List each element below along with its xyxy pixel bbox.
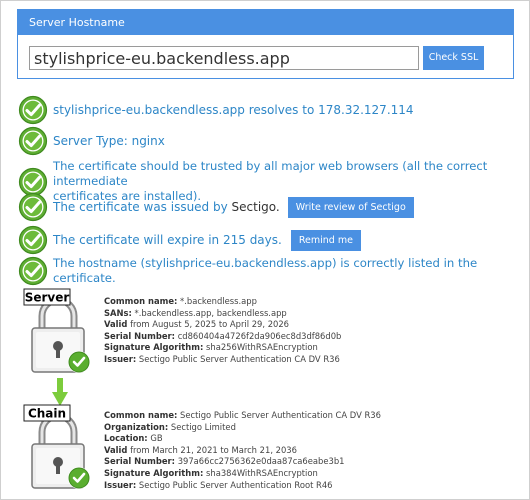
check-icon <box>18 225 48 255</box>
server-sig-row: Signature Algorithm: sha256WithRSAEncryp… <box>104 342 341 354</box>
label: Valid <box>104 319 128 330</box>
server-serial-row: Serial Number: cd860404a4726f2da906ec8d3… <box>104 331 341 343</box>
server-badge-label: Server <box>25 291 70 305</box>
chain-valid-row: Valid from March 21, 2021 to March 21, 2… <box>104 445 381 457</box>
panel-title: Server Hostname <box>18 10 513 35</box>
check-icon <box>18 95 48 125</box>
server-cert-details: Common name: *.backendless.app SANs: *.b… <box>104 296 341 366</box>
server-issuer-row: Issuer: Sectigo Public Server Authentica… <box>104 354 341 366</box>
chain-badge-label: Chain <box>28 407 66 421</box>
chain-common-name: Sectigo Public Server Authentication CA … <box>180 410 381 420</box>
label: Signature Algorithm: <box>104 467 204 478</box>
label: Location: <box>104 433 148 444</box>
label: SANs: <box>104 307 132 318</box>
check-icon <box>18 256 48 286</box>
chain-org-row: Organization: Sectigo Limited <box>104 422 381 434</box>
check-row-server-type: Server Type: nginx <box>18 126 165 156</box>
chain-issuer-row: Issuer: Sectigo Public Server Authentica… <box>104 480 381 492</box>
chain-org: Sectigo Limited <box>170 421 236 432</box>
chain-sig: sha384WithRSAEncryption <box>206 467 318 478</box>
write-review-button[interactable]: Write review of Sectigo <box>287 196 414 218</box>
expiry-message: The certificate will expire in 215 days. <box>53 232 282 247</box>
label: Common name: <box>104 410 178 420</box>
chain-common-name-row: Common name: Sectigo Public Server Authe… <box>104 410 381 422</box>
issued-by-message: The certificate was issued by Sectigo. <box>53 200 280 215</box>
issuer-name: Sectigo. <box>231 199 280 214</box>
chain-location-row: Location: GB <box>104 433 381 445</box>
remind-me-button[interactable]: Remind me <box>290 229 361 251</box>
label: Issuer: <box>104 353 137 364</box>
server-type-message: Server Type: nginx <box>53 133 165 148</box>
label: Serial Number: <box>104 456 176 467</box>
check-row-issuer: The certificate was issued by Sectigo. W… <box>18 192 414 222</box>
chain-valid: from March 21, 2021 to March 21, 2036 <box>130 444 297 455</box>
hostname-input[interactable] <box>29 46 419 70</box>
hostname-panel: Server Hostname Check SSL <box>17 9 514 79</box>
check-row-expiry: The certificate will expire in 215 days.… <box>18 225 361 255</box>
label: Issuer: <box>104 479 137 490</box>
check-icon <box>18 192 48 222</box>
server-issuer: Sectigo Public Server Authentication CA … <box>138 353 340 364</box>
chain-issuer: Sectigo Public Server Authentication Roo… <box>138 479 333 490</box>
server-valid-row: Valid from August 5, 2025 to April 29, 2… <box>104 319 341 331</box>
chain-cert-details: Common name: Sectigo Public Server Authe… <box>104 410 381 491</box>
chain-serial-row: Serial Number: 397a66cc2756362e0daa87ca6… <box>104 456 381 468</box>
label: Serial Number: <box>104 330 176 341</box>
server-sig: sha256WithRSAEncryption <box>206 342 318 353</box>
resolve-message: stylishprice-eu.backendless.app resolves… <box>53 102 414 117</box>
label: Signature Algorithm: <box>104 342 204 353</box>
server-common-name-row: Common name: *.backendless.app <box>104 296 341 308</box>
chain-sig-row: Signature Algorithm: sha384WithRSAEncryp… <box>104 468 381 480</box>
chain-padlock-icon: Chain <box>23 404 90 489</box>
check-row-resolve: stylishprice-eu.backendless.app resolves… <box>18 95 414 125</box>
server-sans: *.backendless.app, backendless.app <box>134 307 287 318</box>
issued-by-prefix: The certificate was issued by <box>53 199 232 214</box>
server-valid: from August 5, 2025 to April 29, 2026 <box>130 319 290 330</box>
chain-location: GB <box>150 433 163 444</box>
server-common-name: *.backendless.app <box>180 296 257 306</box>
chain-serial: 397a66cc2756362e0daa87ca6eabe3b1 <box>177 456 345 467</box>
down-arrow-icon <box>52 378 68 406</box>
label: Organization: <box>104 421 169 432</box>
check-row-hostname-listed: The hostname (stylishprice-eu.backendles… <box>18 256 530 286</box>
check-ssl-button[interactable]: Check SSL <box>423 46 484 70</box>
label: Common name: <box>104 296 178 306</box>
label: Valid <box>104 444 128 455</box>
server-sans-row: SANs: *.backendless.app, backendless.app <box>104 308 341 320</box>
check-icon <box>18 126 48 156</box>
server-padlock-icon: Server <box>23 288 90 373</box>
hostname-listed-message: The hostname (stylishprice-eu.backendles… <box>53 256 478 285</box>
trusted-line-1: The certificate should be trusted by all… <box>53 159 488 188</box>
server-serial: cd860404a4726f2da906ec8d3df86d0b <box>177 330 342 341</box>
